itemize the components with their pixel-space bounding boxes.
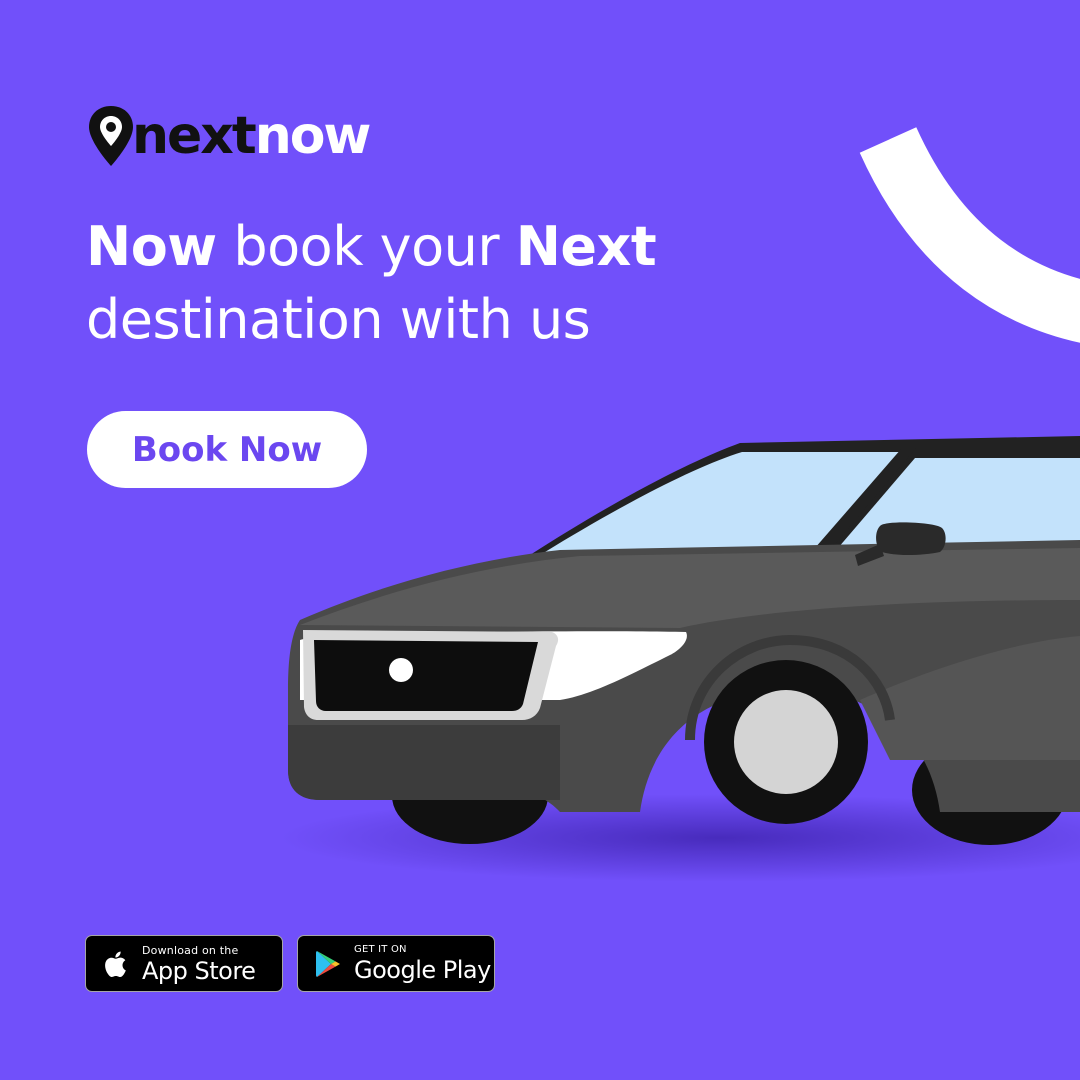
car-illustration — [280, 436, 1080, 882]
grille — [314, 640, 538, 711]
side-mirror — [876, 522, 946, 555]
google-play-small-text: GET IT ON — [354, 944, 407, 955]
google-play-icon — [316, 950, 340, 977]
apple-icon — [105, 951, 126, 977]
app-store-big-text: App Store — [142, 956, 256, 985]
front-wheel-rim — [734, 690, 838, 794]
front-bumper — [288, 725, 560, 800]
ad-banner: nextnow Now book your Next destination w… — [0, 0, 1080, 1080]
google-play-badge[interactable]: GET IT ON Google Play — [297, 935, 495, 992]
app-store-badge[interactable]: Download on the App Store — [85, 935, 283, 992]
app-store-small-text: Download on the — [142, 943, 239, 957]
google-play-big-text: Google Play — [354, 956, 491, 984]
grille-emblem — [389, 658, 413, 682]
